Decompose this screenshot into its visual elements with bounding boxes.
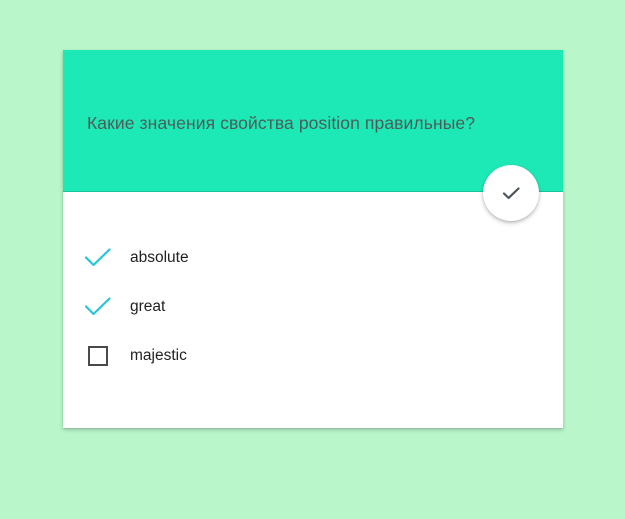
question-text: Какие значения свойства position правиль… (87, 113, 476, 133)
answer-checkbox-checked[interactable] (84, 245, 112, 271)
submit-answer-button[interactable] (483, 165, 539, 221)
checkmark-icon (84, 247, 112, 269)
empty-checkbox-icon (87, 345, 109, 367)
answer-checkbox-unchecked[interactable] (85, 343, 111, 369)
answer-option[interactable]: majestic (63, 331, 563, 380)
answer-options-list: absolute great majestic (63, 233, 563, 380)
answer-option[interactable]: absolute (63, 233, 563, 282)
answer-option-label: majestic (130, 347, 187, 364)
answer-option-label: great (130, 298, 166, 315)
answer-checkbox-checked[interactable] (84, 294, 112, 320)
answer-option[interactable]: great (63, 282, 563, 331)
checkmark-icon (84, 296, 112, 318)
quiz-card-header: Какие значения свойства position правиль… (63, 50, 563, 192)
quiz-card: Какие значения свойства position правиль… (63, 50, 563, 428)
answer-option-label: absolute (130, 249, 189, 266)
check-icon (499, 181, 523, 205)
